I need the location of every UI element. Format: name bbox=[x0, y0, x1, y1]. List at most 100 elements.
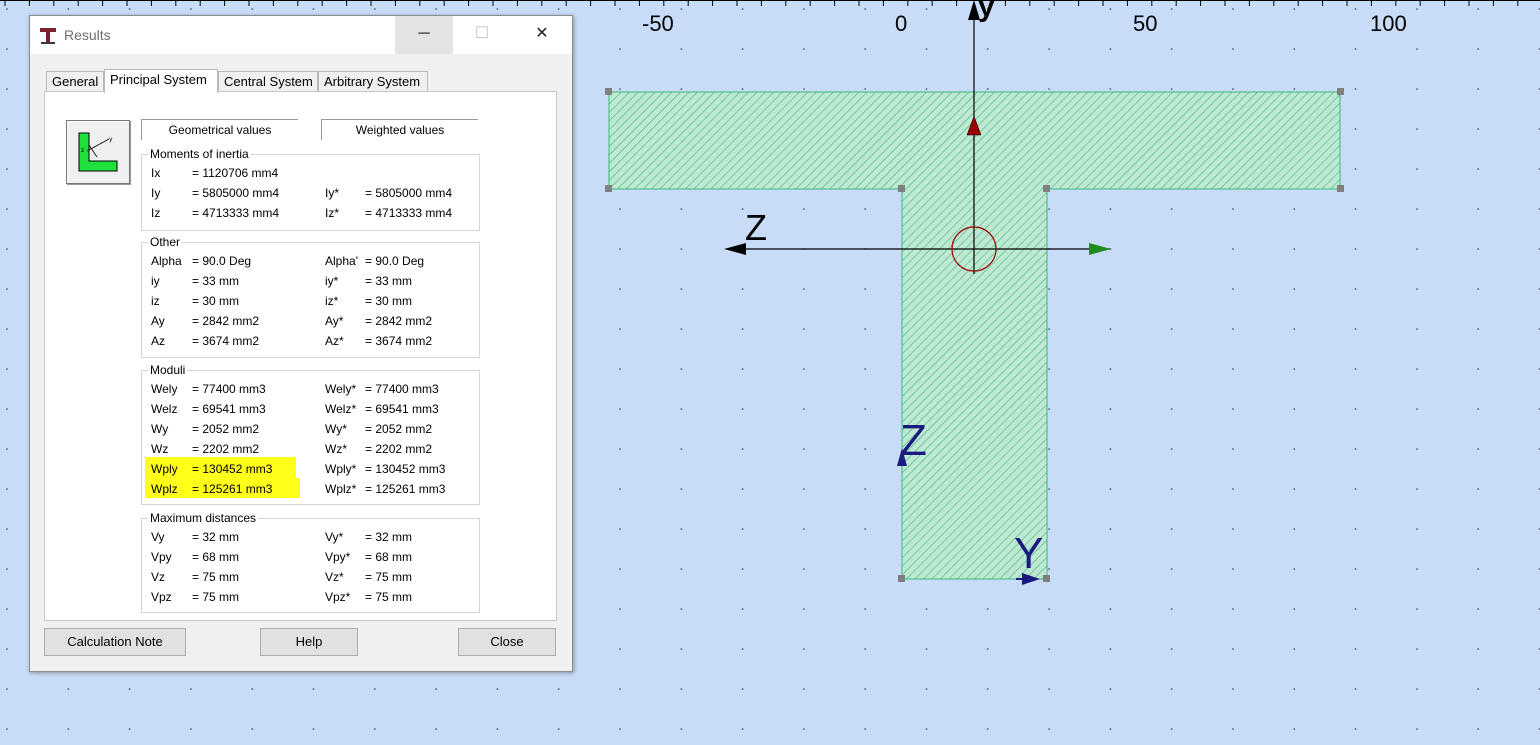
tab-arbitrary-system[interactable]: Arbitrary System bbox=[318, 71, 428, 91]
property-row: Wely = 77400 mm3 Wely* = 77400 mm3 bbox=[142, 379, 479, 399]
property-row: Wply = 130452 mm3 Wply* = 130452 mm3 bbox=[142, 459, 479, 479]
property-label: Ix bbox=[151, 166, 161, 180]
property-value: = 75 mm bbox=[192, 590, 240, 604]
property-label: Iz bbox=[151, 206, 161, 220]
property-value: = 32 mm bbox=[192, 530, 240, 544]
weighted-property-value: = 3674 mm2 bbox=[365, 334, 433, 348]
property-row: iz = 30 mm iz* = 30 mm bbox=[142, 291, 479, 311]
weighted-property-label: iz* bbox=[325, 294, 339, 308]
weighted-property-label: Wply* bbox=[325, 462, 357, 476]
close-button[interactable]: Close bbox=[458, 628, 556, 656]
tick-label-50: 50 bbox=[1133, 11, 1157, 36]
property-row: Alpha = 90.0 Deg Alpha' = 90.0 Deg bbox=[142, 251, 479, 271]
property-value: = 2052 mm2 bbox=[192, 422, 260, 436]
property-row: Iy = 5805000 mm4 Iy* = 5805000 mm4 bbox=[142, 183, 479, 203]
weighted-property-value: = 5805000 mm4 bbox=[365, 186, 453, 200]
property-label: Az bbox=[151, 334, 166, 348]
weighted-property-label: Iz* bbox=[325, 206, 340, 220]
tab-principal-system[interactable]: Principal System bbox=[104, 69, 218, 93]
property-row: Wz = 2202 mm2 Wz* = 2202 mm2 bbox=[142, 439, 479, 459]
weighted-property-label: Wely* bbox=[325, 382, 357, 396]
property-value: = 30 mm bbox=[192, 294, 240, 308]
vertex-handle bbox=[1337, 88, 1344, 95]
property-label: iy bbox=[151, 274, 160, 288]
weighted-property-label: Ay* bbox=[325, 314, 344, 328]
group-maximum-distances: Maximum distances Vy = 32 mm Vy* = 32 mm Vpy… bbox=[141, 511, 480, 613]
property-value: = 68 mm bbox=[192, 550, 240, 564]
property-value: = 130452 mm3 bbox=[192, 462, 273, 476]
dialog-titlebar[interactable]: Results ─ ☐ ✕ bbox=[30, 16, 572, 54]
property-label: Wplz bbox=[151, 482, 178, 496]
svg-text:z: z bbox=[81, 147, 84, 154]
minimize-button[interactable]: ─ bbox=[395, 16, 453, 54]
z-axis-label: Z bbox=[745, 207, 767, 248]
property-row: Ix = 1120706 mm4 bbox=[142, 163, 479, 183]
vertex-handle bbox=[1337, 185, 1344, 192]
property-label: Alpha bbox=[151, 254, 182, 268]
maximize-button[interactable]: ☐ bbox=[453, 16, 511, 54]
property-label: Vy bbox=[151, 530, 165, 544]
weighted-property-value: = 125261 mm3 bbox=[365, 482, 446, 496]
tab-weighted-values[interactable]: Weighted values bbox=[321, 119, 478, 140]
vertex-handle bbox=[605, 88, 612, 95]
property-row: Vz = 75 mm Vz* = 75 mm bbox=[142, 567, 479, 587]
property-label: Vpz bbox=[151, 590, 172, 604]
results-dialog: Results ─ ☐ ✕ General Principal System C… bbox=[29, 15, 573, 672]
weighted-property-label: Welz* bbox=[325, 402, 357, 416]
weighted-property-label: Vpz* bbox=[325, 590, 351, 604]
property-label: Welz bbox=[151, 402, 178, 416]
property-label: Iy bbox=[151, 186, 161, 200]
weighted-property-value: = 32 mm bbox=[365, 530, 413, 544]
vertex-handle bbox=[1043, 575, 1050, 582]
svg-text:y: y bbox=[109, 136, 113, 143]
vertex-handle bbox=[898, 185, 905, 192]
property-row: Vpy = 68 mm Vpy* = 68 mm bbox=[142, 547, 479, 567]
tab-general[interactable]: General bbox=[46, 71, 104, 91]
weighted-property-label: Vz* bbox=[325, 570, 344, 584]
weighted-property-value: = 75 mm bbox=[365, 570, 413, 584]
weighted-property-value: = 77400 mm3 bbox=[365, 382, 439, 396]
close-window-button[interactable]: ✕ bbox=[513, 16, 571, 54]
help-button[interactable]: Help bbox=[260, 628, 358, 656]
weighted-property-label: iy* bbox=[325, 274, 339, 288]
vertex-handle bbox=[1043, 185, 1050, 192]
property-value: = 90.0 Deg bbox=[192, 254, 252, 268]
group-other: Other Alpha = 90.0 Deg Alpha' = 90.0 Deg iy =… bbox=[141, 235, 480, 358]
weighted-property-label: Wz* bbox=[325, 442, 347, 456]
vertex-handle bbox=[898, 575, 905, 582]
weighted-property-label: Wy* bbox=[325, 422, 347, 436]
tick-label-minus50: -50 bbox=[642, 11, 674, 36]
weighted-property-value: = 30 mm bbox=[365, 294, 413, 308]
weighted-property-value: = 75 mm bbox=[365, 590, 413, 604]
weighted-property-value: = 130452 mm3 bbox=[365, 462, 446, 476]
tick-label-0: 0 bbox=[895, 11, 907, 36]
property-label: Vpy bbox=[151, 550, 172, 564]
tab-geometrical-values[interactable]: Geometrical values bbox=[141, 119, 298, 140]
tick-label-100: 100 bbox=[1370, 11, 1407, 36]
group-title: Moduli bbox=[148, 363, 188, 377]
property-label: iz bbox=[151, 294, 160, 308]
weighted-property-value: = 90.0 Deg bbox=[365, 254, 425, 268]
group-title: Moments of inertia bbox=[148, 147, 251, 161]
property-row: iy = 33 mm iy* = 33 mm bbox=[142, 271, 479, 291]
l-section-icon: z y bbox=[78, 132, 118, 172]
group-title: Other bbox=[148, 235, 183, 249]
property-value: = 33 mm bbox=[192, 274, 240, 288]
property-row: Welz = 69541 mm3 Welz* = 69541 mm3 bbox=[142, 399, 479, 419]
tab-panel: z y Geometrical values Weighted values M… bbox=[44, 91, 557, 621]
property-row: Wy = 2052 mm2 Wy* = 2052 mm2 bbox=[142, 419, 479, 439]
property-row: Wplz = 125261 mm3 Wplz* = 125261 mm3 bbox=[142, 479, 479, 499]
property-value: = 2842 mm2 bbox=[192, 314, 260, 328]
property-row: Az = 3674 mm2 Az* = 3674 mm2 bbox=[142, 331, 479, 351]
tab-central-system[interactable]: Central System bbox=[218, 71, 318, 91]
group-moduli: Moduli Wely = 77400 mm3 Wely* = 77400 mm3 We… bbox=[141, 363, 480, 505]
weighted-property-label: Az* bbox=[325, 334, 344, 348]
property-label: Wply bbox=[151, 462, 178, 476]
property-row: Vy = 32 mm Vy* = 32 mm bbox=[142, 527, 479, 547]
weighted-property-value: = 4713333 mm4 bbox=[365, 206, 453, 220]
property-value: = 1120706 mm4 bbox=[192, 166, 279, 180]
property-value: = 4713333 mm4 bbox=[192, 206, 280, 220]
calculation-note-button[interactable]: Calculation Note bbox=[44, 628, 186, 656]
weighted-property-value: = 2052 mm2 bbox=[365, 422, 433, 436]
weighted-property-value: = 2842 mm2 bbox=[365, 314, 433, 328]
